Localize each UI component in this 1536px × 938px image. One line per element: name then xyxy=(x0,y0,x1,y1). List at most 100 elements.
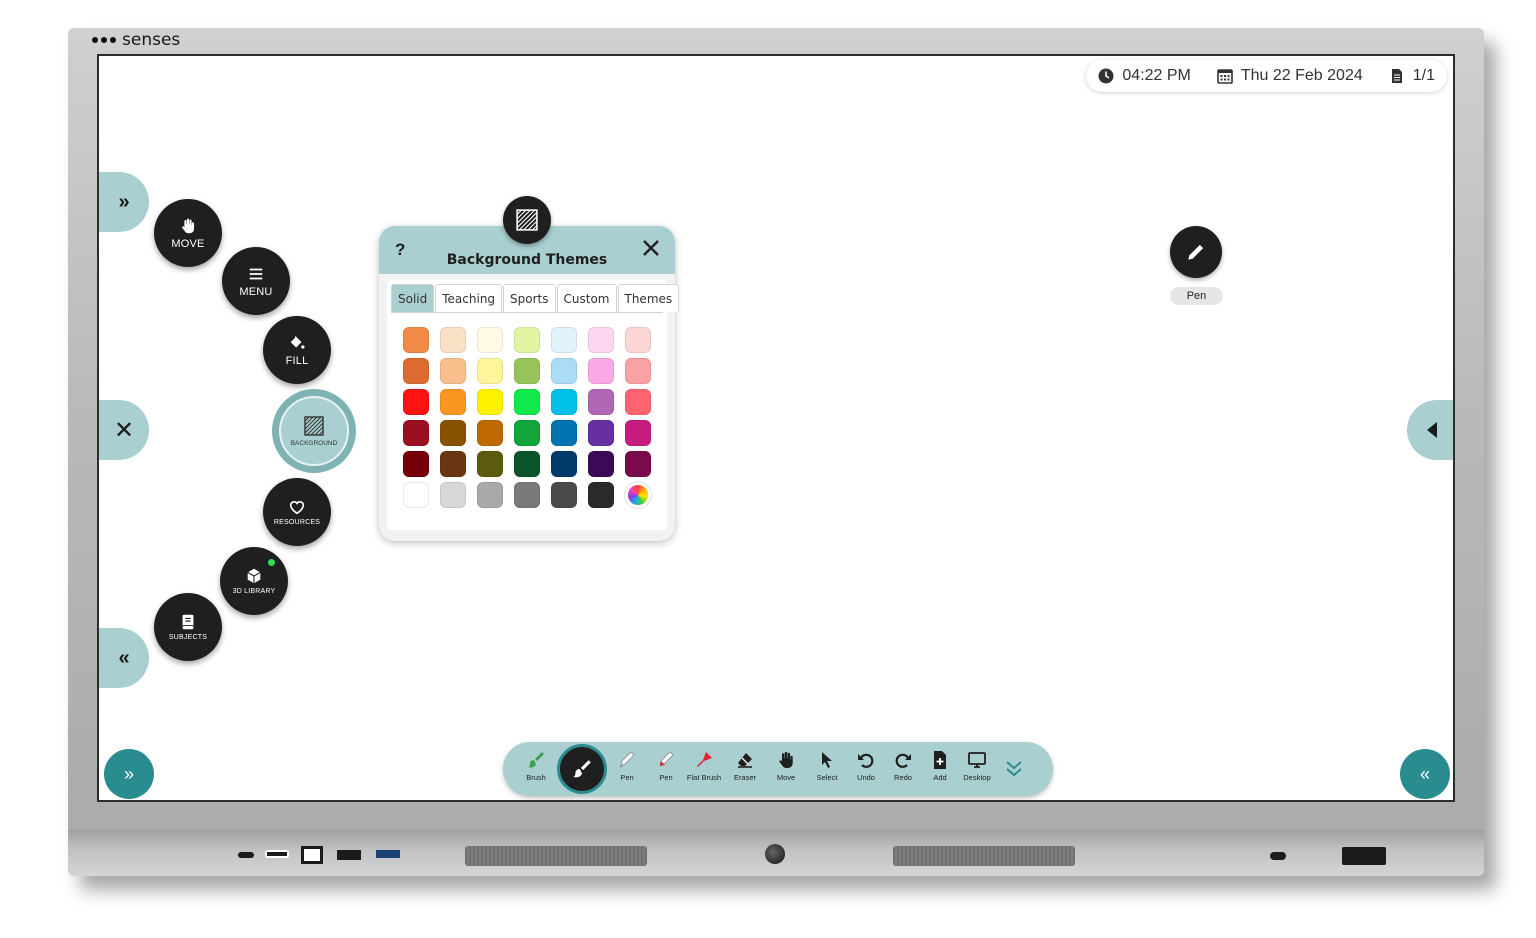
tab-custom[interactable]: Custom xyxy=(556,284,617,312)
tab-divider xyxy=(391,312,663,313)
add-page-icon xyxy=(934,751,946,769)
tool-eraser[interactable]: Eraser xyxy=(725,750,765,782)
color-swatch[interactable] xyxy=(403,451,429,477)
color-swatch[interactable] xyxy=(588,420,614,446)
color-swatch[interactable] xyxy=(477,420,503,446)
close-menu-tab[interactable]: ✕ xyxy=(99,400,149,460)
color-swatch[interactable] xyxy=(588,358,614,384)
corner-expand-left-button[interactable]: » xyxy=(104,749,154,799)
pen-icon xyxy=(1188,244,1204,260)
color-swatch[interactable] xyxy=(440,482,466,508)
resources-label: RESOURCES xyxy=(273,519,321,526)
color-swatch[interactable] xyxy=(514,420,540,446)
tool-select[interactable]: Select xyxy=(807,750,847,782)
corner-left-label: » xyxy=(123,763,134,784)
tab-themes[interactable]: Themes xyxy=(617,284,680,312)
color-swatch[interactable] xyxy=(551,420,577,446)
color-swatch[interactable] xyxy=(440,420,466,446)
color-swatch[interactable] xyxy=(477,358,503,384)
tool-add[interactable]: Add xyxy=(920,750,960,782)
tool-pen-red[interactable]: Pen xyxy=(646,750,686,782)
tool-pen-white[interactable]: Pen xyxy=(607,750,647,782)
color-swatch[interactable] xyxy=(440,327,466,353)
flat-brush-icon xyxy=(697,752,712,767)
calendar-icon xyxy=(1217,69,1233,84)
tool-desktop[interactable]: Desktop xyxy=(957,750,997,782)
active-brush-button[interactable] xyxy=(557,744,607,794)
tab-sports[interactable]: Sports xyxy=(503,284,556,312)
color-swatch[interactable] xyxy=(514,389,540,415)
3d-library-button[interactable]: 3D LIBRARY xyxy=(220,547,288,615)
tool-eraser-label: Eraser xyxy=(733,773,757,782)
theme-tabs: Solid Teaching Sports Custom Themes xyxy=(391,284,680,312)
collapse-left-tab[interactable]: « xyxy=(99,628,149,688)
brush-icon xyxy=(528,752,544,768)
right-drawer-tab[interactable] xyxy=(1407,400,1453,460)
expand-left-tab[interactable]: » xyxy=(99,172,149,232)
cube-icon xyxy=(247,568,261,584)
color-swatch[interactable] xyxy=(477,327,503,353)
menu-button[interactable]: MENU xyxy=(222,247,290,315)
triangle-left-icon xyxy=(1427,422,1437,438)
chevron-double-down-icon[interactable] xyxy=(1005,759,1023,779)
subjects-button[interactable]: SUBJECTS xyxy=(154,593,222,661)
hamburger-icon xyxy=(249,268,263,279)
color-swatch[interactable] xyxy=(477,451,503,477)
move-button[interactable]: MOVE xyxy=(154,199,222,267)
color-swatch[interactable] xyxy=(588,327,614,353)
color-swatch[interactable] xyxy=(403,389,429,415)
color-swatch[interactable] xyxy=(403,327,429,353)
color-swatch[interactable] xyxy=(625,327,651,353)
close-icon[interactable] xyxy=(641,238,661,258)
color-swatch[interactable] xyxy=(625,389,651,415)
background-button[interactable]: BACKGROUND xyxy=(272,389,356,473)
whiteboard-screen[interactable]: 04:22 PM Thu 22 Feb 2024 1/1 » ✕ « MOVE … xyxy=(97,54,1455,802)
power-button[interactable] xyxy=(765,844,785,864)
fill-button[interactable]: FILL xyxy=(263,316,331,384)
color-swatch[interactable] xyxy=(514,327,540,353)
color-swatch[interactable] xyxy=(551,482,577,508)
color-swatch[interactable] xyxy=(551,327,577,353)
custom-color-picker[interactable] xyxy=(625,482,651,508)
tool-redo[interactable]: Redo xyxy=(883,750,923,782)
tool-move[interactable]: Move xyxy=(766,750,806,782)
color-swatch[interactable] xyxy=(440,358,466,384)
tool-select-label: Select xyxy=(816,773,838,782)
panel-background-icon xyxy=(503,196,551,244)
color-swatch[interactable] xyxy=(551,389,577,415)
tab-solid[interactable]: Solid xyxy=(391,284,435,312)
tool-undo[interactable]: Undo xyxy=(846,750,886,782)
redo-icon xyxy=(895,753,911,768)
speaker-grille-right xyxy=(893,846,1075,866)
color-swatch[interactable] xyxy=(588,451,614,477)
color-swatch[interactable] xyxy=(625,420,651,446)
color-swatch[interactable] xyxy=(440,451,466,477)
color-swatch[interactable] xyxy=(551,451,577,477)
tool-flat-brush[interactable]: Flat Brush xyxy=(684,750,724,782)
tab-teaching[interactable]: Teaching xyxy=(435,284,503,312)
color-swatch[interactable] xyxy=(403,358,429,384)
brand-logo: senses xyxy=(92,32,180,49)
corner-expand-right-button[interactable]: « xyxy=(1400,749,1450,799)
color-swatch[interactable] xyxy=(514,358,540,384)
color-swatch[interactable] xyxy=(440,389,466,415)
speaker-grille-left xyxy=(465,846,647,866)
color-swatch[interactable] xyxy=(588,389,614,415)
color-swatch-grid xyxy=(403,327,651,508)
color-swatch[interactable] xyxy=(625,451,651,477)
color-swatch[interactable] xyxy=(588,482,614,508)
color-swatch[interactable] xyxy=(514,451,540,477)
color-swatch[interactable] xyxy=(625,358,651,384)
undo-icon xyxy=(858,753,874,768)
color-swatch[interactable] xyxy=(551,358,577,384)
tool-flat-brush-label: Flat Brush xyxy=(686,773,722,782)
expand-left-label: » xyxy=(118,190,130,213)
color-swatch[interactable] xyxy=(403,420,429,446)
color-swatch[interactable] xyxy=(477,389,503,415)
resources-button[interactable]: RESOURCES xyxy=(263,478,331,546)
color-swatch[interactable] xyxy=(514,482,540,508)
tool-brush[interactable]: Brush xyxy=(516,750,556,782)
color-swatch[interactable] xyxy=(403,482,429,508)
floating-pen-button[interactable] xyxy=(1170,226,1222,278)
color-swatch[interactable] xyxy=(477,482,503,508)
